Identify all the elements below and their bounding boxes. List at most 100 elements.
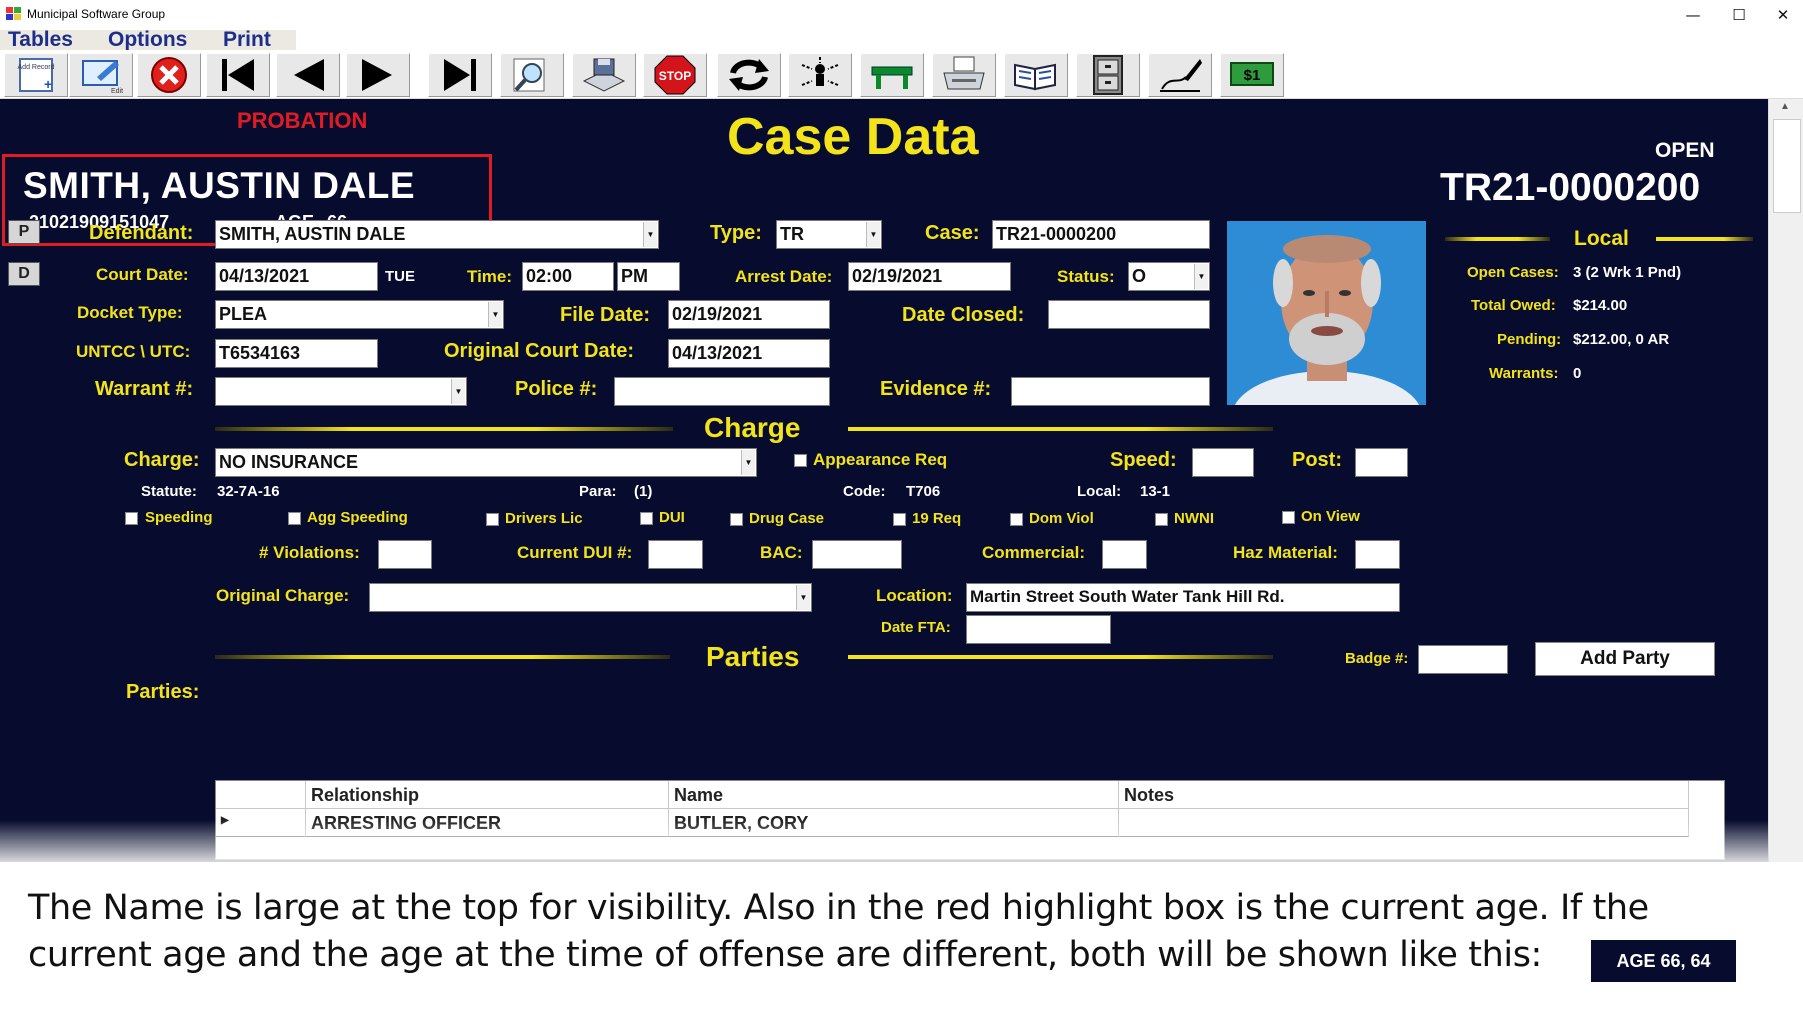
chevron-down-icon[interactable]: ▼ [866, 222, 880, 247]
total-owed-value: $214.00 [1573, 297, 1628, 314]
add-record-button[interactable]: Add Record + [4, 53, 68, 97]
badge-label: Badge #: [1345, 650, 1409, 667]
chevron-down-icon[interactable]: ▼ [1194, 264, 1208, 289]
docket-type-select[interactable]: PLEA ▼ [215, 300, 504, 329]
date-fta-field[interactable] [966, 615, 1111, 644]
speed-field[interactable] [1192, 448, 1254, 477]
warrant-select[interactable]: ▼ [215, 377, 467, 406]
chevron-down-icon[interactable]: ▼ [488, 302, 502, 327]
dom-viol-checkbox[interactable] [1010, 513, 1023, 526]
first-record-icon [222, 59, 254, 91]
violations-field[interactable] [378, 540, 432, 569]
add-party-button[interactable]: Add Party [1535, 642, 1715, 676]
table-icon [871, 66, 913, 89]
search-button[interactable] [500, 53, 564, 97]
appearance-req-label: Appearance Req [813, 450, 948, 469]
speeding-checkbox[interactable] [125, 512, 138, 525]
docket-type-value: PLEA [219, 304, 268, 324]
last-record-button[interactable] [428, 53, 492, 97]
book-button[interactable] [1004, 53, 1068, 97]
untcc-field[interactable]: T6534163 [215, 339, 378, 368]
table-button[interactable] [860, 53, 924, 97]
scroll-up-icon[interactable]: ▲ [1780, 101, 1790, 112]
next-record-button[interactable] [346, 53, 410, 97]
grid-header-relationship[interactable]: Relationship [306, 781, 669, 809]
current-dui-field[interactable] [648, 540, 703, 569]
chevron-down-icon[interactable]: ▼ [741, 450, 755, 475]
charge-select[interactable]: NO INSURANCE ▼ [215, 448, 757, 477]
print-button[interactable] [932, 53, 996, 97]
commercial-field[interactable] [1102, 540, 1147, 569]
signature-button[interactable] [1148, 53, 1212, 97]
time-field[interactable]: 02:00 [522, 262, 614, 291]
court-day: TUE [385, 268, 415, 285]
19-req-checkbox[interactable] [893, 513, 906, 526]
edit-button[interactable]: Edit [69, 53, 133, 97]
agg-speeding-checkbox[interactable] [288, 512, 301, 525]
p-button[interactable]: P [8, 220, 40, 244]
file-cabinet-button[interactable] [1076, 53, 1140, 97]
chevron-down-icon[interactable]: ▼ [451, 379, 465, 404]
next-record-icon [362, 59, 392, 91]
menu-tables[interactable]: Tables [8, 28, 73, 52]
haz-material-field[interactable] [1355, 540, 1400, 569]
location-field[interactable]: Martin Street South Water Tank Hill Rd. [966, 583, 1400, 612]
statute-label: Statute: [141, 483, 197, 500]
dui-label: DUI [659, 509, 685, 526]
ampm-field[interactable]: PM [617, 262, 680, 291]
delete-button[interactable] [137, 53, 201, 97]
close-button[interactable]: ✕ [1760, 2, 1803, 28]
scroll-thumb[interactable] [1773, 119, 1801, 213]
local-rule-left [1445, 237, 1550, 241]
commercial-label: Commercial: [982, 543, 1085, 562]
agg-speeding-label: Agg Speeding [307, 509, 408, 526]
menu-options[interactable]: Options [108, 28, 187, 52]
drug-case-checkbox[interactable] [730, 513, 743, 526]
money-button[interactable]: $1 [1220, 53, 1284, 97]
network-button[interactable] [788, 53, 852, 97]
court-date-field[interactable]: 04/13/2021 [215, 262, 378, 291]
bac-label: BAC: [760, 543, 803, 562]
case-field[interactable]: TR21-0000200 [992, 220, 1210, 249]
arrest-date-field[interactable]: 02/19/2021 [848, 262, 1011, 291]
chevron-down-icon[interactable]: ▼ [796, 585, 810, 610]
money-icon: $1 [1230, 62, 1274, 86]
original-charge-select[interactable]: ▼ [369, 583, 812, 612]
code-label: Code: [843, 483, 886, 500]
book-icon [1014, 63, 1056, 91]
dui-checkbox[interactable] [640, 512, 653, 525]
first-record-button[interactable] [206, 53, 270, 97]
bac-field[interactable] [812, 540, 902, 569]
stop-button[interactable]: STOP [643, 53, 707, 97]
appearance-req-checkbox[interactable] [794, 454, 807, 467]
status-select[interactable]: O ▼ [1128, 262, 1210, 291]
badge-field[interactable] [1418, 645, 1508, 674]
title-bar: Municipal Software Group — ☐ ✕ [0, 0, 1803, 30]
grid-header-name[interactable]: Name [669, 781, 1119, 809]
previous-record-button[interactable] [276, 53, 340, 97]
vertical-scrollbar[interactable]: ▲ [1768, 99, 1803, 862]
menu-print[interactable]: Print [223, 28, 271, 52]
police-field[interactable] [614, 377, 830, 406]
file-date-field[interactable]: 02/19/2021 [668, 300, 830, 329]
maximize-button[interactable]: ☐ [1716, 2, 1762, 28]
original-court-date-field[interactable]: 04/13/2021 [668, 339, 830, 368]
d-button[interactable]: D [8, 262, 40, 286]
evidence-field[interactable] [1011, 377, 1210, 406]
refresh-button[interactable] [717, 53, 781, 97]
minimize-button[interactable]: — [1670, 2, 1716, 28]
last-record-icon [444, 59, 476, 91]
date-closed-field[interactable] [1048, 300, 1210, 329]
save-button[interactable] [572, 53, 636, 97]
grid-header-notes[interactable]: Notes [1119, 781, 1689, 809]
drivers-lic-checkbox[interactable] [486, 513, 499, 526]
chevron-down-icon[interactable]: ▼ [643, 222, 657, 247]
defendant-select[interactable]: SMITH, AUSTIN DALE ▼ [215, 220, 659, 249]
nwni-checkbox[interactable] [1155, 513, 1168, 526]
code-value: T706 [906, 483, 941, 500]
type-select[interactable]: TR ▼ [776, 220, 882, 249]
post-field[interactable] [1355, 448, 1408, 477]
save-icon [582, 58, 626, 92]
haz-material-label: Haz Material: [1233, 543, 1338, 562]
on-view-checkbox[interactable] [1282, 511, 1295, 524]
